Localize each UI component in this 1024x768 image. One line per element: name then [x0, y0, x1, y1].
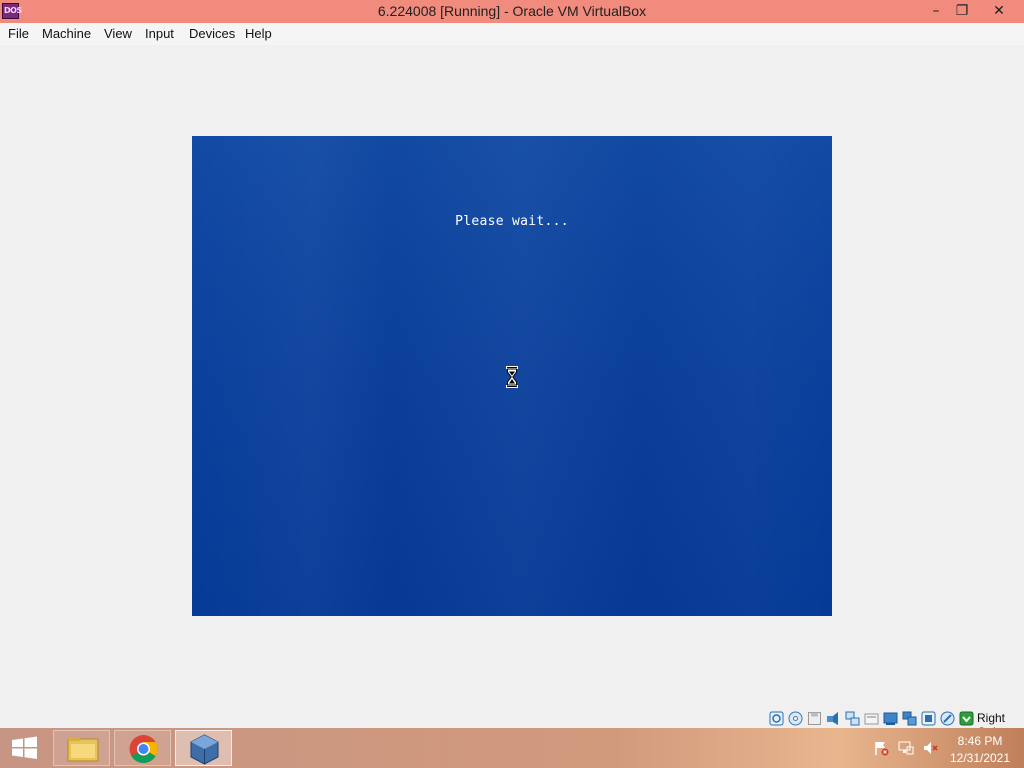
- optical-drive-icon[interactable]: [788, 711, 803, 726]
- folder-icon: [67, 737, 99, 762]
- usb-icon[interactable]: [864, 711, 879, 726]
- virtualbox-icon: [190, 734, 219, 765]
- display-icon[interactable]: [902, 711, 917, 726]
- network-tray-icon[interactable]: [898, 740, 914, 756]
- menu-file[interactable]: File: [8, 26, 29, 41]
- menu-help[interactable]: Help: [245, 26, 272, 41]
- action-center-flag-icon[interactable]: [873, 740, 889, 756]
- taskbar-virtualbox[interactable]: [175, 730, 232, 766]
- mouse-integration-icon[interactable]: [959, 711, 974, 726]
- start-button[interactable]: [4, 730, 44, 766]
- menu-input[interactable]: Input: [145, 26, 174, 41]
- vm-status-bar: Right Ctrl: [0, 708, 1024, 739]
- close-icon: ✕: [993, 3, 1005, 19]
- menu-machine[interactable]: Machine: [42, 26, 91, 41]
- vm-display[interactable]: Please wait...: [192, 136, 832, 616]
- cpu-icon[interactable]: [940, 711, 955, 726]
- menu-view[interactable]: View: [104, 26, 132, 41]
- clock-date[interactable]: 12/31/2021: [940, 751, 1020, 765]
- taskbar-chrome[interactable]: [114, 730, 171, 766]
- clock-time[interactable]: 8:46 PM: [940, 734, 1020, 748]
- window-title: 6.224008 [Running] - Oracle VM VirtualBo…: [377, 3, 647, 19]
- restore-button[interactable]: ❐: [946, 0, 978, 22]
- audio-icon[interactable]: [826, 711, 841, 726]
- hourglass-cursor-icon: [506, 366, 518, 388]
- shared-folders-icon[interactable]: [883, 711, 898, 726]
- chrome-icon: [129, 735, 158, 763]
- network-icon[interactable]: [845, 711, 860, 726]
- please-wait-message: Please wait...: [455, 214, 569, 229]
- hard-disk-icon[interactable]: [769, 711, 784, 726]
- title-bar[interactable]: DOS 6.224008 [Running] - Oracle VM Virtu…: [0, 0, 1024, 23]
- floppy-icon[interactable]: [807, 711, 822, 726]
- video-capture-icon[interactable]: [921, 711, 936, 726]
- minimize-icon: –: [932, 3, 940, 19]
- menu-bar: File Machine View Input Devices Help: [0, 23, 1024, 45]
- restore-icon: ❐: [955, 3, 969, 19]
- volume-muted-icon[interactable]: [922, 740, 938, 756]
- close-button[interactable]: ✕: [982, 0, 1016, 22]
- menu-devices[interactable]: Devices: [189, 26, 235, 41]
- taskbar-file-explorer[interactable]: [53, 730, 110, 766]
